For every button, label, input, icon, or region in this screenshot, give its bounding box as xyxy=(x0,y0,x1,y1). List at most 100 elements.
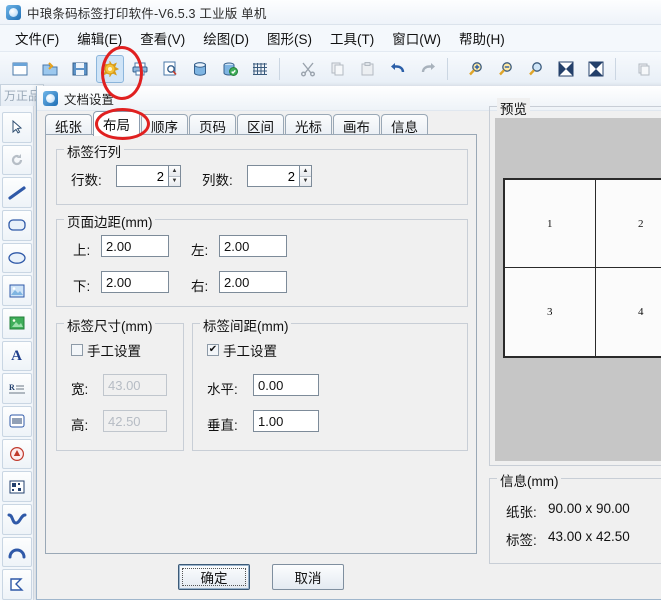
rows-spin-down-icon[interactable]: ▼ xyxy=(169,176,180,186)
main-toolbar xyxy=(0,52,661,87)
menu-edit[interactable]: 编辑(E) xyxy=(68,25,131,51)
menu-tools[interactable]: 工具(T) xyxy=(321,25,383,51)
label-gap-manual-checkbox[interactable]: ✔ 手工设置 xyxy=(207,340,277,360)
cols-spin-down-icon[interactable]: ▼ xyxy=(300,176,311,186)
menu-view[interactable]: 查看(V) xyxy=(131,25,194,51)
document-settings-icon[interactable] xyxy=(96,55,124,83)
polygon-tool-icon[interactable] xyxy=(1,569,32,600)
barcode-tool-icon[interactable] xyxy=(1,406,32,437)
ok-button[interactable]: 确定 xyxy=(178,564,250,590)
align-center-icon[interactable] xyxy=(552,55,580,83)
menu-graphics[interactable]: 图形(S) xyxy=(258,25,321,51)
tab-info[interactable]: 信息 xyxy=(381,114,428,136)
image-variable-tool-icon[interactable] xyxy=(1,308,32,339)
undo-icon[interactable] xyxy=(384,55,412,83)
cols-spin-up-icon[interactable]: ▲ xyxy=(300,166,311,177)
rows-cols-legend: 标签行列 xyxy=(64,141,124,161)
margin-left-input[interactable]: 2.00 xyxy=(219,235,287,257)
rows-spin-up-icon[interactable]: ▲ xyxy=(169,166,180,177)
print-preview-icon[interactable] xyxy=(156,55,184,83)
gap-vertical-label: 垂直: xyxy=(207,418,238,433)
open-folder-icon[interactable] xyxy=(36,55,64,83)
shape-tool-icon[interactable] xyxy=(1,438,32,470)
preview-sheet: 1 2 3 4 xyxy=(503,178,661,358)
menu-file[interactable]: 文件(F) xyxy=(6,25,68,51)
tab-paper[interactable]: 纸张 xyxy=(45,114,92,136)
rows-spin-buttons[interactable]: ▲ ▼ xyxy=(168,165,181,187)
info-paper-value: 90.00 x 90.00 xyxy=(548,501,630,516)
database-icon[interactable] xyxy=(186,55,214,83)
drawing-tools-toolbar: A R xyxy=(0,84,34,600)
select-arrow-icon[interactable] xyxy=(1,112,32,143)
label-height-input[interactable]: 42.50 xyxy=(103,410,167,432)
label-height-label: 高: xyxy=(71,418,89,433)
margin-bottom-input[interactable]: 2.00 xyxy=(101,271,169,293)
gap-horizontal-input[interactable]: 0.00 xyxy=(253,374,319,396)
line-tool-icon[interactable] xyxy=(1,177,32,209)
label-gap-manual-label: 手工设置 xyxy=(223,344,277,359)
arc-tool-icon[interactable] xyxy=(1,536,32,568)
page-margins-group: 页面边距(mm) 上: 2.00 左: 2.00 下: 2.00 右: 2.00 xyxy=(56,211,468,307)
layout-tab-panel: 标签行列 行数: 2 ▲ ▼ 列数: 2 ▲ ▼ 页面边距(mm) 上: 2.00 … xyxy=(45,134,477,554)
zoom-in-icon[interactable] xyxy=(462,55,490,83)
tab-page-number[interactable]: 页码 xyxy=(189,114,236,136)
redo-icon[interactable] xyxy=(414,55,442,83)
qrcode-tool-icon[interactable] xyxy=(1,471,32,503)
properties-icon[interactable] xyxy=(630,55,658,83)
text-tool-icon[interactable]: A xyxy=(1,340,32,372)
database-connect-icon[interactable] xyxy=(216,55,244,83)
label-width-input[interactable]: 43.00 xyxy=(103,374,167,396)
label-gap-legend: 标签间距(mm) xyxy=(200,315,292,335)
image-tool-icon[interactable] xyxy=(1,275,32,307)
label-size-manual-checkbox[interactable]: 手工设置 xyxy=(71,340,141,360)
align-middle-icon[interactable] xyxy=(582,55,610,83)
cols-stepper[interactable]: 2 ▲ ▼ xyxy=(247,165,312,187)
rich-text-tool-icon[interactable]: R xyxy=(1,373,32,405)
ellipse-tool-icon[interactable] xyxy=(1,242,32,274)
rows-input[interactable]: 2 xyxy=(116,165,168,187)
cols-spin-buttons[interactable]: ▲ ▼ xyxy=(299,165,312,187)
checkbox-checked-icon[interactable]: ✔ xyxy=(207,344,219,356)
tab-range[interactable]: 区间 xyxy=(237,114,284,136)
label-size-group: 标签尺寸(mm) 手工设置 宽: 43.00 高: 42.50 xyxy=(56,315,184,451)
margin-right-input[interactable]: 2.00 xyxy=(219,271,287,293)
zoom-fit-icon[interactable] xyxy=(522,55,550,83)
zoom-out-icon[interactable] xyxy=(492,55,520,83)
cancel-button[interactable]: 取消 xyxy=(272,564,344,590)
print-icon[interactable] xyxy=(126,55,154,83)
tab-cursor[interactable]: 光标 xyxy=(285,114,332,136)
info-legend: 信息(mm) xyxy=(497,470,562,490)
tab-layout[interactable]: 布局 xyxy=(93,111,140,136)
toolbar-separator-3 xyxy=(615,58,625,80)
gap-vertical-input[interactable]: 1.00 xyxy=(253,410,319,432)
margin-top-input[interactable]: 2.00 xyxy=(101,235,169,257)
copy-icon[interactable] xyxy=(324,55,352,83)
curve-tool-icon[interactable] xyxy=(1,504,32,535)
info-label-label: 标签: xyxy=(506,533,537,548)
toolbar-separator-2 xyxy=(447,58,457,80)
info-label-value: 43.00 x 42.50 xyxy=(548,529,630,544)
preview-cell-2: 2 xyxy=(595,180,661,268)
menu-help[interactable]: 帮助(H) xyxy=(450,25,514,51)
rotate-icon[interactable] xyxy=(1,144,32,176)
menu-draw[interactable]: 绘图(D) xyxy=(194,25,258,51)
tab-order[interactable]: 顺序 xyxy=(141,114,188,136)
tab-canvas[interactable]: 画布 xyxy=(333,114,380,136)
cut-scissors-icon[interactable] xyxy=(294,55,322,83)
paste-icon[interactable] xyxy=(354,55,382,83)
rounded-rect-tool-icon[interactable] xyxy=(1,210,32,241)
margin-bottom-label: 下: xyxy=(73,279,91,294)
dialog-title: 文档设置 xyxy=(64,92,115,107)
label-gap-group: 标签间距(mm) ✔ 手工设置 水平: 0.00 垂直: 1.00 xyxy=(192,315,468,451)
cols-input[interactable]: 2 xyxy=(247,165,299,187)
preview-cell-3: 3 xyxy=(505,268,596,356)
menu-window[interactable]: 窗口(W) xyxy=(383,25,450,51)
rows-stepper[interactable]: 2 ▲ ▼ xyxy=(116,165,181,187)
preview-canvas: 1 2 3 4 xyxy=(495,118,661,461)
save-disk-icon[interactable] xyxy=(66,55,94,83)
application-window: 中琅条码标签打印软件-V6.5.3 工业版 单机 文件(F) 编辑(E) 查看(… xyxy=(0,0,661,600)
checkbox-unchecked-icon[interactable] xyxy=(71,344,83,356)
grid-icon[interactable] xyxy=(246,55,274,83)
new-document-icon[interactable] xyxy=(6,55,34,83)
preview-cell-1: 1 xyxy=(505,180,596,268)
